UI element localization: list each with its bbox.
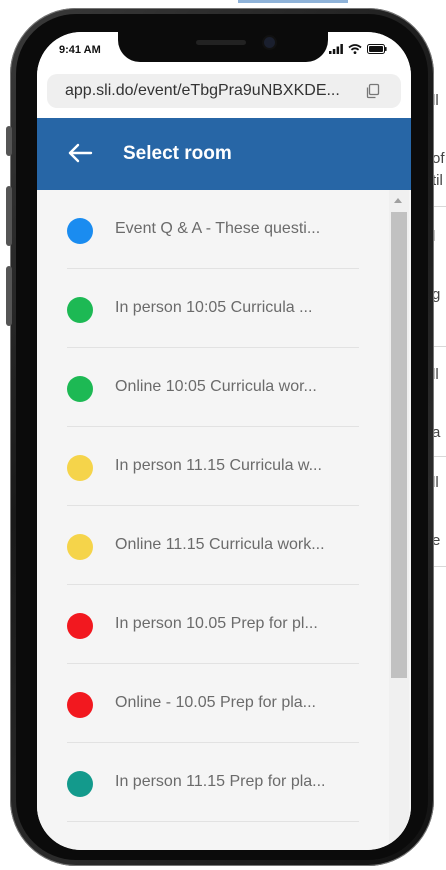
scroll-up-arrow-icon[interactable]: [394, 198, 402, 203]
background-text-fragment: g: [432, 286, 441, 303]
background-tab-indicator: [238, 0, 348, 3]
phone-volume-down-button: [6, 266, 12, 326]
room-label: Online - 10.05 Prep for pla...: [115, 694, 316, 711]
room-color-dot: [67, 534, 93, 560]
room-item[interactable]: Online - 10.05 Prep for pla...: [67, 664, 359, 743]
screenshot-stage: ll of til l g ll a ll e 9:41 AM: [0, 0, 446, 870]
room-label: In person 10:05 Curricula ...: [115, 299, 313, 316]
room-label: Online 10:05 Curricula wor...: [115, 378, 317, 395]
scrollbar-thumb[interactable]: [391, 212, 407, 678]
room-item[interactable]: In person 11.15 Curricula w...: [67, 427, 359, 506]
url-text: app.sli.do/event/eTbgPra9uNBXKDE...: [65, 82, 340, 99]
room-label: In person 11.15 Prep for pla...: [115, 773, 326, 790]
arrow-left-icon[interactable]: [67, 142, 93, 164]
room-label: In person 11.15 Curricula w...: [115, 457, 322, 474]
background-text-fragment: of: [432, 150, 445, 167]
room-color-dot: [67, 297, 93, 323]
room-list: Event Q & A - These questi... In person …: [37, 190, 411, 850]
room-color-dot: [67, 613, 93, 639]
background-text-fragment: ll: [432, 92, 439, 109]
room-item[interactable]: Online 11.15 Curricula work...: [67, 506, 359, 585]
background-divider: [432, 206, 446, 207]
address-bar[interactable]: app.sli.do/event/eTbgPra9uNBXKDE...: [47, 74, 401, 108]
room-item[interactable]: In person 10.05 Prep for pl...: [67, 585, 359, 664]
status-icons: [329, 44, 387, 54]
room-color-dot: [67, 376, 93, 402]
background-divider: [432, 346, 446, 347]
background-text-fragment: l: [432, 228, 446, 246]
battery-icon: [367, 44, 387, 54]
room-item[interactable]: Online 10:05 Curricula wor...: [67, 348, 359, 427]
copy-icon[interactable]: [365, 83, 381, 99]
browser-toolbar: app.sli.do/event/eTbgPra9uNBXKDE...: [37, 72, 411, 118]
room-color-dot: [67, 455, 93, 481]
background-text-fragment: til: [432, 172, 443, 189]
room-item[interactable]: Event Q & A - These questi...: [67, 190, 359, 269]
room-color-dot: [67, 692, 93, 718]
phone-volume-up-button: [6, 186, 12, 246]
room-item[interactable]: In person 10:05 Curricula ...: [67, 269, 359, 348]
room-color-dot: [67, 771, 93, 797]
app-header: Select room: [37, 118, 411, 190]
phone-notch: [118, 30, 328, 62]
list-scrollbar[interactable]: [389, 190, 409, 850]
page-title: Select room: [123, 143, 232, 164]
room-label: Online 11.15 Curricula work...: [115, 536, 325, 553]
background-divider: [432, 456, 446, 457]
notch-speaker: [196, 40, 246, 45]
background-text-fragment: e: [432, 532, 441, 549]
room-label: In person 10.05 Prep for pl...: [115, 615, 318, 632]
background-text-fragment: ll: [432, 474, 439, 491]
phone-mute-switch: [6, 126, 12, 156]
background-divider: [432, 566, 446, 567]
background-text-fragment: ll: [432, 366, 439, 383]
phone-screen: 9:41 AM app.sli.do/event/eTbgPra9uNBXKDE…: [37, 32, 411, 850]
background-text-fragment: a: [432, 424, 441, 441]
room-item[interactable]: In person 11.15 Prep for pla...: [67, 743, 359, 822]
wifi-icon: [348, 44, 362, 54]
room-color-dot: [67, 218, 93, 244]
signal-icon: [329, 44, 343, 54]
room-label: Event Q & A - These questi...: [115, 220, 321, 237]
front-camera: [264, 37, 275, 48]
status-time: 9:41 AM: [59, 44, 101, 56]
